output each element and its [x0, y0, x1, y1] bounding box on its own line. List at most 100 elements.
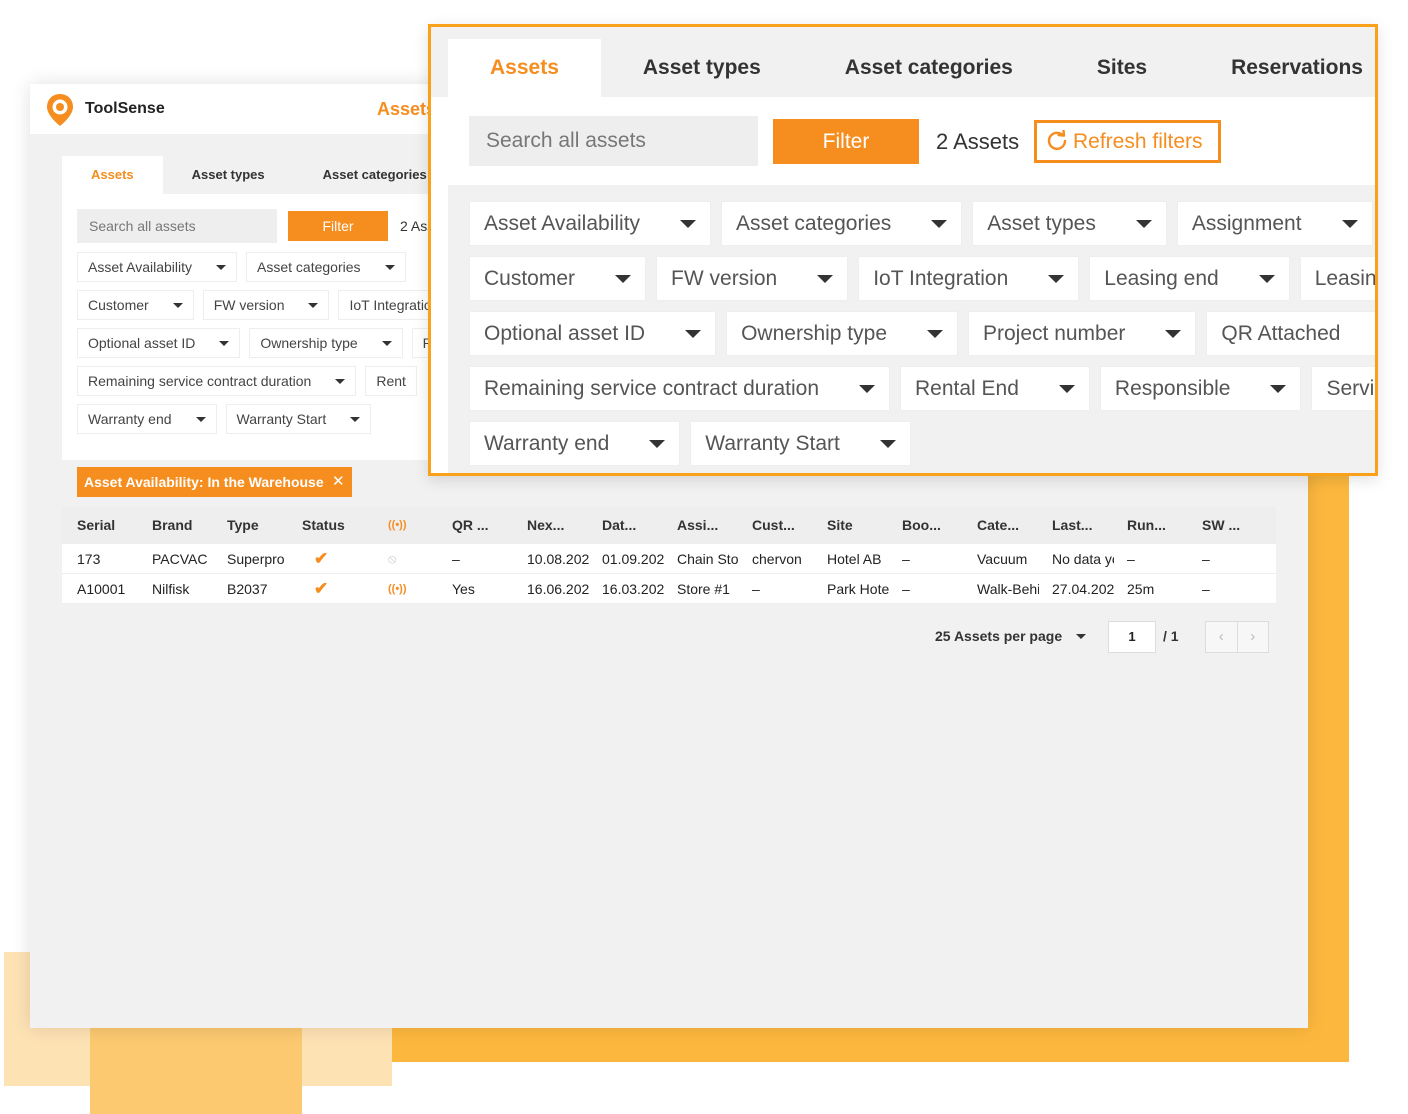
- per-page-label: 25 Assets per page: [935, 628, 1063, 644]
- column-header[interactable]: Brand: [152, 506, 192, 544]
- filter-dropdown[interactable]: Servic: [1311, 366, 1375, 411]
- filter-button[interactable]: Filter: [773, 119, 919, 164]
- filter-dropdown[interactable]: Ownership type: [249, 328, 403, 358]
- filter-label: Optional asset ID: [88, 335, 196, 351]
- filter-dropdown[interactable]: Assignment: [1176, 201, 1373, 246]
- filter-label: Optional asset ID: [484, 322, 646, 345]
- table-row[interactable]: 173 PACVAC Superpro ✔ ⦸ – 10.08.2021 01.…: [62, 544, 1276, 574]
- next-page-icon[interactable]: ›: [1238, 622, 1269, 652]
- filter-dropdown[interactable]: Leasing par: [1299, 256, 1375, 301]
- filter-dropdown[interactable]: Optional asset ID: [469, 311, 717, 356]
- tab-asset-types[interactable]: Asset types: [601, 39, 803, 97]
- table-cell: –: [902, 581, 910, 597]
- caret-down-icon: [927, 329, 943, 338]
- table-cell: PACVAC: [152, 551, 208, 567]
- filter-label: QR Attached: [1221, 322, 1341, 345]
- filter-label: Asset Availability: [484, 212, 641, 235]
- filter-row: Customer FW version IoT Integration Leas…: [469, 256, 1375, 301]
- filter-dropdown[interactable]: FW version: [202, 290, 330, 320]
- column-header[interactable]: Dat...: [602, 506, 636, 544]
- column-header[interactable]: SW ...: [1202, 506, 1240, 544]
- caret-down-icon: [195, 416, 206, 422]
- column-header[interactable]: Last...: [1052, 506, 1092, 544]
- filter-dropdown[interactable]: Rent: [365, 366, 417, 396]
- filter-dropdown[interactable]: Optional asset ID: [77, 328, 241, 358]
- zoom-tab-bar: Assets Asset types Asset categories Site…: [431, 27, 1375, 97]
- app-name: ToolSense: [85, 100, 165, 117]
- column-header[interactable]: QR ...: [452, 506, 489, 544]
- filter-dropdown[interactable]: Asset types: [972, 201, 1167, 246]
- filter-dropdown[interactable]: Remaining service contract duration: [469, 366, 890, 411]
- filter-dropdown[interactable]: QR Attached: [1206, 311, 1375, 356]
- prev-page-icon[interactable]: ‹: [1206, 622, 1238, 652]
- column-header[interactable]: Site: [827, 506, 853, 544]
- column-header[interactable]: Status: [302, 506, 345, 544]
- filter-label: Asset types: [987, 212, 1096, 235]
- table-row[interactable]: A10001 Nilfisk B2037 ✔ ((•)) Yes 16.06.2…: [62, 574, 1276, 604]
- column-header[interactable]: Run...: [1127, 506, 1166, 544]
- filter-dropdown[interactable]: Asset categories: [721, 201, 963, 246]
- filter-dropdown[interactable]: IoT Integration: [858, 256, 1080, 301]
- filter-row: Asset Availability Asset categories Asse…: [469, 201, 1373, 246]
- filter-label: Leasing end: [1104, 267, 1219, 290]
- table-cell: –: [1202, 551, 1210, 567]
- filter-label: Warranty Start: [705, 432, 840, 455]
- caret-down-icon: [381, 340, 392, 346]
- filter-row: Warranty end Warranty Start: [77, 404, 372, 434]
- caret-down-icon: [350, 416, 361, 422]
- per-page-select[interactable]: 25 Assets per page: [935, 628, 1087, 644]
- column-header[interactable]: Nex...: [527, 506, 564, 544]
- filter-label: Warranty Start: [236, 411, 327, 427]
- tab-assets[interactable]: Assets: [448, 39, 601, 97]
- filter-button[interactable]: Filter: [288, 211, 388, 241]
- search-input[interactable]: Search all assets: [469, 116, 758, 166]
- filter-label: Servic: [1326, 377, 1375, 400]
- column-header[interactable]: Cate...: [977, 506, 1019, 544]
- tab-reservations[interactable]: Reservations: [1189, 39, 1375, 97]
- filter-label: Asset Availability: [88, 259, 193, 275]
- table-cell: –: [1127, 551, 1135, 567]
- filter-dropdown[interactable]: Warranty end: [77, 404, 217, 434]
- table-cell: Chain Store: [677, 551, 739, 567]
- table-cell: 16.06.2021: [527, 581, 589, 597]
- table-cell: Superpro: [227, 551, 285, 567]
- filter-dropdown[interactable]: Warranty Start: [225, 404, 372, 434]
- filter-label: Rental End: [915, 377, 1019, 400]
- filter-dropdown[interactable]: Remaining service contract duration: [77, 366, 357, 396]
- filter-dropdown[interactable]: Warranty Start: [690, 421, 911, 466]
- filter-dropdown[interactable]: Asset categories: [246, 252, 406, 282]
- tab-asset-categories[interactable]: Asset categories: [803, 39, 1055, 97]
- filter-dropdown[interactable]: Warranty end: [469, 421, 681, 466]
- tab-sites[interactable]: Sites: [1055, 39, 1189, 97]
- filter-dropdown[interactable]: Rental End: [900, 366, 1090, 411]
- active-filter-chip[interactable]: Asset Availability: In the Warehouse ✕: [77, 467, 352, 497]
- filter-dropdown[interactable]: Ownership type: [726, 311, 958, 356]
- close-icon[interactable]: ✕: [332, 467, 345, 497]
- tab-assets[interactable]: Assets: [62, 156, 163, 194]
- filter-label: Remaining service contract duration: [88, 373, 312, 389]
- asset-count: 2 Assets: [936, 129, 1020, 154]
- refresh-filters-button[interactable]: Refresh filters: [1034, 120, 1221, 163]
- filter-dropdown[interactable]: Customer: [469, 256, 647, 301]
- filter-dropdown[interactable]: Project number: [968, 311, 1197, 356]
- filter-dropdown[interactable]: Responsible: [1099, 366, 1302, 411]
- column-header[interactable]: Serial: [77, 506, 115, 544]
- filter-dropdown[interactable]: Asset Availability: [469, 201, 712, 246]
- iot-signal-icon[interactable]: ((•)): [388, 506, 407, 544]
- column-header[interactable]: Assi...: [677, 506, 718, 544]
- table-cell: 16.03.2021: [602, 581, 664, 597]
- page-number-input[interactable]: 1: [1108, 621, 1156, 653]
- filter-label: Remaining service contract duration: [484, 377, 819, 400]
- filter-dropdown[interactable]: Customer: [77, 290, 194, 320]
- column-header[interactable]: Boo...: [902, 506, 941, 544]
- column-header[interactable]: Type: [227, 506, 259, 544]
- filter-dropdown[interactable]: Asset Availability: [77, 252, 238, 282]
- tab-asset-types[interactable]: Asset types: [163, 156, 294, 194]
- assets-table: Serial Brand Type Status ((•)) QR ... Ne…: [62, 506, 1276, 604]
- table-cell: –: [902, 551, 910, 567]
- filter-dropdown[interactable]: FW version: [656, 256, 849, 301]
- filter-dropdown[interactable]: Leasing end: [1089, 256, 1290, 301]
- table-cell: Vacuum: [977, 551, 1028, 567]
- column-header[interactable]: Cust...: [752, 506, 795, 544]
- search-input[interactable]: Search all assets: [77, 209, 277, 243]
